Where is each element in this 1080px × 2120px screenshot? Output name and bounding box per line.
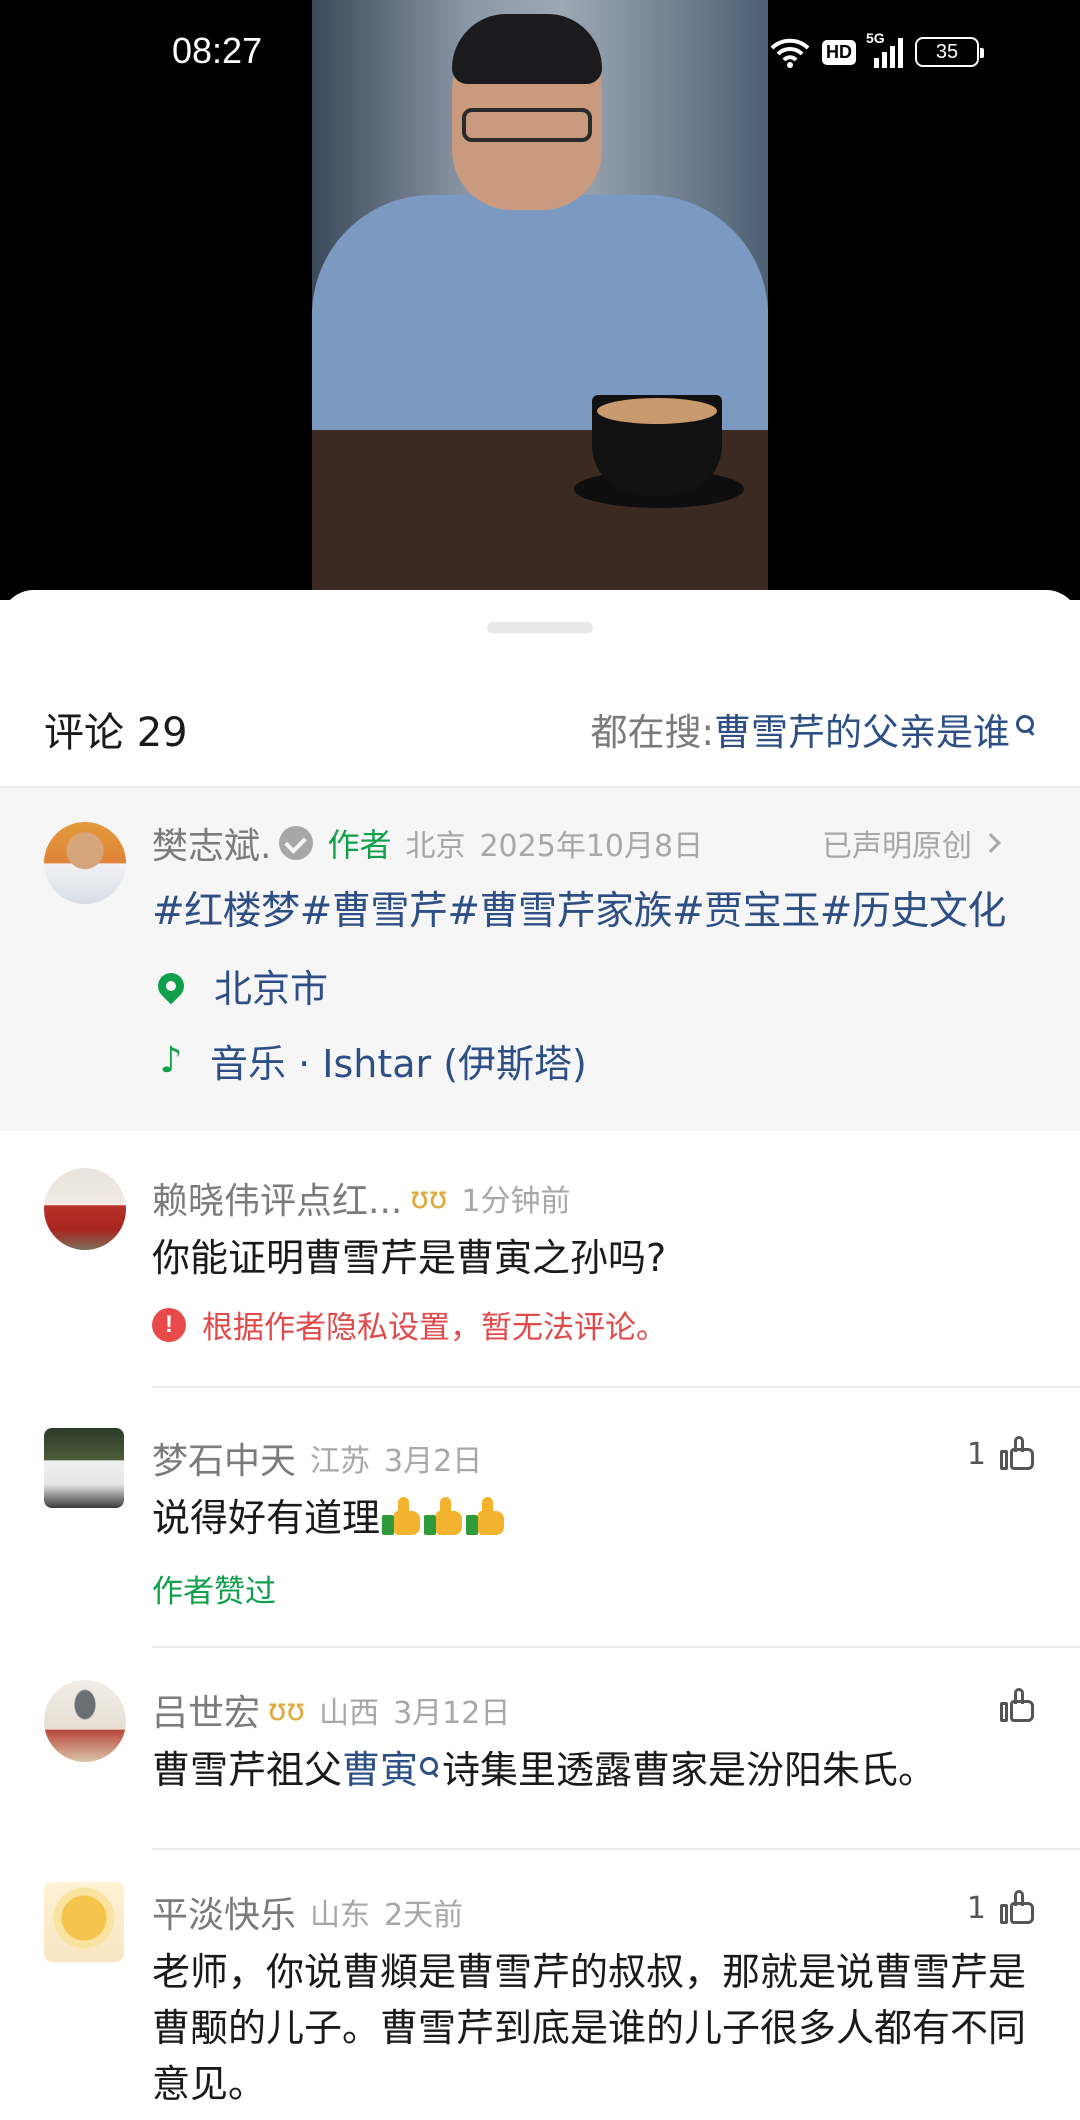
video-coffee-surface	[597, 398, 717, 424]
like-button[interactable]: 1	[967, 1436, 1036, 1472]
comment-text-row[interactable]: 说得好有道理	[152, 1490, 1042, 1546]
author-post-card: 樊志斌. 作者 北京 2025年10月8日 已声明原创 #红楼梦#曹雪芹#曹雪芹…	[0, 788, 1080, 1131]
wifi-icon	[770, 38, 810, 68]
comment-sheet: 评论 29 都在搜: 曹雪芹的父亲是谁 樊志斌. 作者 北京 2025年10月8…	[0, 590, 1080, 2120]
network-label: 5G	[866, 30, 885, 46]
comment-count: 评论 29	[44, 710, 188, 756]
comment-time: 1分钟前	[461, 1184, 571, 1219]
thumbs-up-icon	[1000, 1890, 1036, 1926]
like-count: 1	[966, 1436, 986, 1472]
search-icon[interactable]	[420, 1757, 439, 1775]
chevron-right-icon	[981, 833, 1001, 853]
signal-5g-icon: 5G	[866, 30, 903, 68]
warning-icon: !	[152, 1307, 186, 1342]
author-name[interactable]: 樊志斌.	[152, 817, 271, 869]
divider	[152, 1386, 1080, 1388]
thumbs-up-icon	[1000, 1688, 1036, 1724]
comment-header: 吕世宏 ʊʊ 山西 3月12日	[152, 1684, 1042, 1736]
comment-location: 山东	[310, 1898, 371, 1933]
original-declared-link[interactable]: 已声明原创	[822, 821, 1001, 865]
avatar[interactable]	[44, 1882, 124, 1962]
comment-header: 平淡快乐 山东 2天前	[152, 1886, 1042, 1938]
verified-icon	[279, 826, 314, 860]
comment-header: 赖晓伟评点红... ʊʊ 1分钟前	[152, 1172, 1042, 1224]
divider	[152, 1848, 1080, 1850]
status-icons: HD 5G 35	[770, 30, 984, 72]
thumbs-up-emoji	[466, 1497, 506, 1537]
like-button[interactable]: 1	[967, 1890, 1036, 1926]
status-bar: 08:27 HD 5G 35	[0, 0, 1080, 100]
medal-icon: ʊʊ	[410, 1180, 448, 1216]
post-date: 2025年10月8日	[479, 829, 704, 864]
drag-handle[interactable]	[487, 622, 593, 633]
divider	[152, 1646, 1080, 1648]
author-badge: 作者	[327, 826, 392, 864]
sheet-header: 评论 29 都在搜: 曹雪芹的父亲是谁	[0, 700, 1080, 760]
video-player[interactable]: 08:27 HD 5G 35	[0, 0, 1080, 600]
location-label: 北京市	[214, 967, 329, 1011]
thumbs-up-emoji	[424, 1497, 464, 1537]
privacy-warning: ! 根据作者隐私设置，暂无法评论。	[152, 1302, 667, 1347]
medal-icon: ʊʊ	[268, 1692, 306, 1728]
music-note-icon: ♪	[159, 1040, 183, 1081]
avatar[interactable]	[44, 822, 126, 904]
warning-text: 根据作者隐私设置，暂无法评论。	[202, 1310, 667, 1346]
comment-text: 说得好有道理	[152, 1496, 381, 1540]
comment-date: 3月2日	[384, 1444, 483, 1479]
author-liked-badge: 作者赞过	[152, 1574, 276, 1610]
keyword-search-link[interactable]: 曹寅	[342, 1748, 418, 1792]
thumbs-up-icon	[1000, 1436, 1036, 1472]
comment-text[interactable]: 你能证明曹雪芹是曹寅之孙吗?	[152, 1230, 1042, 1286]
comment-date: 2天前	[384, 1898, 464, 1933]
comment-text[interactable]: 老师，你说曹頫是曹雪芹的叔叔，那就是说曹雪芹是曹颙的儿子。曹雪芹到底是谁的儿子很…	[152, 1944, 1042, 2112]
commenter-name[interactable]: 吕世宏	[152, 1684, 260, 1736]
comment-location: 山西	[319, 1696, 380, 1731]
thumbs-up-emoji	[382, 1497, 422, 1537]
comment-date: 3月12日	[393, 1696, 511, 1731]
commenter-name[interactable]: 平淡快乐	[152, 1886, 296, 1938]
avatar[interactable]	[44, 1168, 126, 1250]
location-pin-icon	[152, 967, 190, 1004]
hashtags[interactable]: #红楼梦#曹雪芹#曹雪芹家族#贾宝玉#历史文化	[152, 880, 1006, 936]
search-query-link[interactable]: 曹雪芹的父亲是谁	[714, 702, 1010, 756]
battery-icon: 35	[915, 37, 984, 67]
location-link[interactable]: 北京市	[152, 958, 328, 1013]
comment-text-part: 曹雪芹祖父	[152, 1748, 343, 1792]
original-declared-label: 已声明原创	[822, 829, 972, 864]
music-link[interactable]: ♪ 音乐 · Ishtar (伊斯塔)	[152, 1033, 587, 1088]
comment-text-part: 诗集里透露曹家是汾阳朱氏。	[442, 1748, 937, 1792]
search-prefix: 都在搜:	[590, 711, 714, 754]
comment-text-row[interactable]: 曹雪芹祖父曹寅 诗集里透露曹家是汾阳朱氏。	[152, 1742, 1042, 1798]
author-name-row: 樊志斌. 作者 北京 2025年10月8日 已声明原创	[152, 818, 1042, 868]
trending-search[interactable]: 都在搜: 曹雪芹的父亲是谁	[591, 702, 1036, 756]
avatar[interactable]	[44, 1680, 126, 1762]
comment-header: 梦石中天 江苏 3月2日	[152, 1432, 1042, 1484]
search-icon[interactable]	[1016, 715, 1036, 735]
like-count: 1	[966, 1890, 986, 1926]
hd-icon: HD	[822, 39, 856, 65]
avatar[interactable]	[44, 1428, 124, 1508]
commenter-name[interactable]: 赖晓伟评点红...	[152, 1172, 402, 1224]
post-location: 北京	[405, 829, 466, 864]
commenter-name[interactable]: 梦石中天	[152, 1432, 296, 1484]
comment-location: 江苏	[310, 1444, 371, 1479]
music-label: 音乐 · Ishtar (伊斯塔)	[210, 1042, 587, 1086]
video-person-glasses	[462, 108, 592, 142]
status-time: 08:27	[172, 30, 263, 71]
like-button[interactable]	[986, 1688, 1036, 1724]
